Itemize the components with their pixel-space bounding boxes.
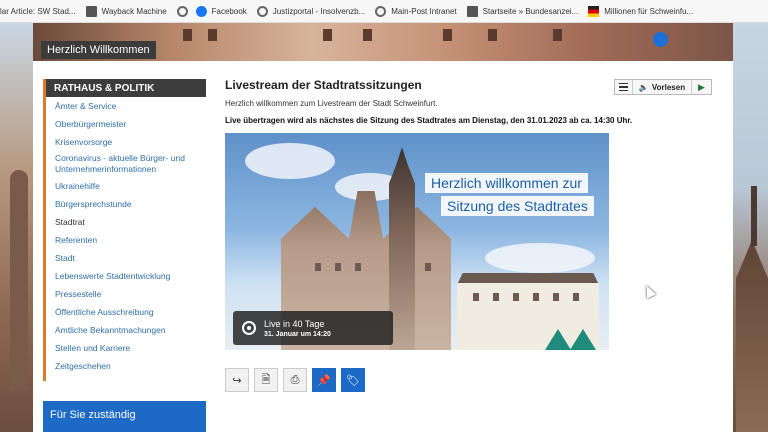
window [473, 293, 479, 301]
bookmark-label: Wayback Machine [101, 6, 167, 16]
bookmark-bundesanzeiger[interactable]: Startseite » Bundesanzei... [466, 0, 579, 22]
cloud [245, 143, 335, 179]
live-date: 31. Januar um 14:20 [264, 330, 331, 338]
facebook-icon [195, 5, 207, 17]
background-spire [751, 186, 757, 246]
sidebar-item-zeitgeschehen[interactable]: Zeitgeschehen [55, 357, 206, 375]
cloud [485, 243, 595, 273]
read-aloud-button[interactable]: 🔈 Vorlesen [633, 80, 691, 94]
live-title: Live in 40 Tage [264, 318, 325, 329]
pdf-icon: 🗎 [261, 373, 271, 386]
share-icon: ↪ [232, 374, 242, 387]
sidebar-item-stadtrat[interactable]: Stadtrat [55, 213, 206, 231]
menu-icon[interactable] [615, 80, 633, 94]
hero-heading-line2: Sitzung des Stadtrates [441, 196, 594, 216]
banner-window [443, 29, 452, 41]
bookmark-label: Main-Post Intranet [391, 6, 457, 16]
background-tower [10, 170, 28, 390]
sidebar-heading: RATHAUS & POLITIK [46, 79, 206, 97]
header-banner: Herzlich Willkommen [33, 23, 733, 61]
page-content: Herzlich Willkommen RATHAUS & POLITIK Äm… [33, 23, 733, 432]
status-dot[interactable] [653, 32, 668, 47]
bookmark-label: Facebook [211, 6, 247, 16]
bookmark-article[interactable]: lar Article: SW Stad... [0, 0, 76, 22]
window [553, 293, 559, 301]
sidebar-item-oberbuergermeister[interactable]: Oberbürgermeister [55, 115, 206, 133]
live-countdown[interactable]: Live in 40 Tage 31. Januar um 14:20 [233, 311, 393, 345]
window [573, 293, 579, 301]
bookmark-label: lar Article: SW Stad... [0, 6, 76, 16]
globe-icon [375, 5, 387, 17]
sidebar-list: Ämter & Service Oberbürgermeister Krisen… [46, 97, 206, 375]
window [355, 263, 361, 271]
sidebar-item-coronavirus[interactable]: Coronavirus - aktuelle Bürger- und Unter… [55, 151, 206, 177]
speaker-icon: 🔈 [638, 82, 649, 92]
action-bar: ↪ 🗎 ⎙ 📌 🏷 [225, 368, 365, 392]
sidebar-item-karriere[interactable]: Stellen und Karriere [55, 339, 206, 357]
sidebar-item-referenten[interactable]: Referenten [55, 231, 206, 249]
window [513, 293, 519, 301]
background-roof [736, 240, 768, 432]
bookmark-mainpost[interactable]: Main-Post Intranet [375, 0, 457, 22]
bookmark-globe[interactable] [176, 0, 188, 22]
sidebar-item-pressestelle[interactable]: Pressestelle [55, 285, 206, 303]
hero-heading-line1: Herzlich willkommen zur [425, 173, 588, 193]
responsible-box[interactable]: Für Sie zuständig [43, 401, 206, 432]
bookmark-label: Justizportal - Insolvenzb... [272, 6, 366, 16]
bookmark-millionen[interactable]: Millionen für Schweinfu... [588, 0, 693, 22]
flag-icon [588, 5, 600, 17]
print-button[interactable]: ⎙ [283, 368, 307, 392]
sidebar-item-buergersprechstunde[interactable]: Bürgersprechstunde [55, 195, 206, 213]
banner-window [208, 29, 217, 41]
live-text: Live in 40 Tage 31. Januar um 14:20 [264, 319, 331, 338]
bookmark-wayback[interactable]: Wayback Machine [85, 0, 167, 22]
play-icon[interactable]: ▶ [691, 80, 711, 94]
print-icon: ⎙ [290, 373, 300, 386]
header-title: Herzlich Willkommen [41, 41, 156, 59]
document-icon [85, 5, 97, 17]
window [315, 263, 321, 271]
sidebar: RATHAUS & POLITIK Ämter & Service Oberbü… [43, 79, 206, 381]
sidebar-item-ausschreibung[interactable]: Öffentliche Ausschreibung [55, 303, 206, 321]
live-note: Live übertragen wird als nächstes die Si… [225, 116, 633, 125]
tag-button[interactable]: 🏷 [341, 368, 365, 392]
sidebar-item-aemter[interactable]: Ämter & Service [55, 97, 206, 115]
globe-icon [256, 5, 268, 17]
window [335, 263, 341, 271]
bookmark-facebook[interactable]: Facebook [195, 0, 247, 22]
banner-window [323, 29, 332, 41]
window [425, 263, 431, 271]
page-title: Livestream der Stadtratssitzungen [225, 78, 422, 92]
window [533, 293, 539, 301]
document-icon [466, 5, 478, 17]
banner-window [488, 29, 497, 41]
sidebar-item-ukrainehilfe[interactable]: Ukrainehilfe [55, 177, 206, 195]
globe-icon [176, 5, 188, 17]
broadcast-icon [242, 321, 256, 335]
banner-window [183, 29, 192, 41]
share-button[interactable]: ↪ [225, 368, 249, 392]
intro-text: Herzlich willkommen zum Livestream der S… [225, 99, 438, 108]
bookmark-justizportal[interactable]: Justizportal - Insolvenzb... [256, 0, 366, 22]
sidebar-item-stadtentwicklung[interactable]: Lebenswerte Stadtentwicklung [55, 267, 206, 285]
bookmark-label: Millionen für Schweinfu... [604, 6, 694, 16]
window [493, 293, 499, 301]
hero-image[interactable]: Herzlich willkommen zur Sitzung des Stad… [225, 133, 609, 350]
sidebar-item-bekanntmachungen[interactable]: Amtliche Bekanntmachungen [55, 321, 206, 339]
read-aloud-widget: 🔈 Vorlesen ▶ [614, 79, 712, 95]
tag-icon: 🏷 [346, 374, 360, 387]
banner-window [363, 29, 372, 41]
pdf-button[interactable]: 🗎 [254, 368, 278, 392]
sidebar-item-krisenvorsorge[interactable]: Krisenvorsorge [55, 133, 206, 151]
bookmarks-bar: lar Article: SW Stad... Wayback Machine … [0, 0, 768, 23]
read-aloud-label: Vorlesen [651, 82, 686, 92]
banner-window [553, 29, 562, 41]
bookmark-label: Startseite » Bundesanzei... [482, 6, 579, 16]
sidebar-item-stadt[interactable]: Stadt [55, 249, 206, 267]
pin-icon: 📌 [317, 374, 331, 387]
pin-button[interactable]: 📌 [312, 368, 336, 392]
